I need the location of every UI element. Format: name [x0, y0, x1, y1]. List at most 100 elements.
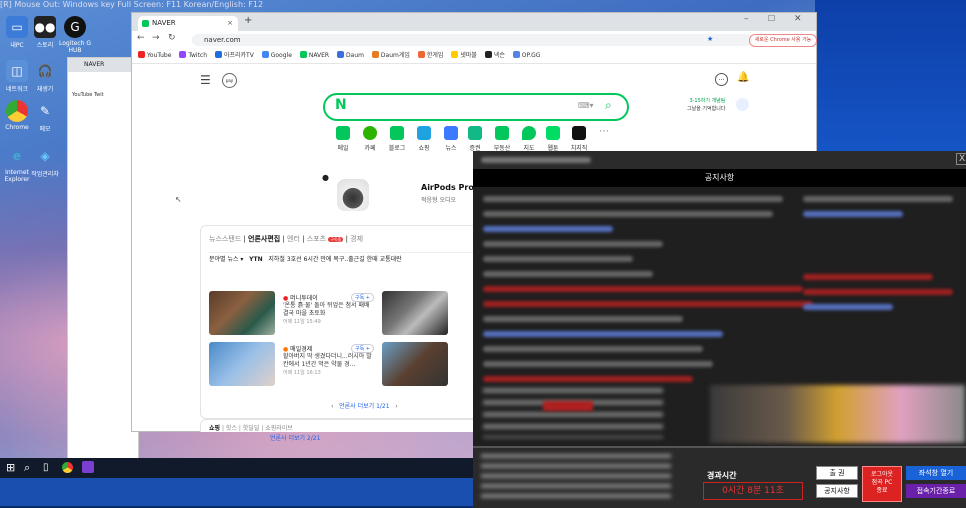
- tab-economy[interactable]: 경제: [350, 235, 363, 243]
- bookmark-daumgame[interactable]: Daum게임: [371, 49, 410, 63]
- search-input[interactable]: N ⌨▾ ⌕: [323, 93, 629, 121]
- address-bar-row: ← → ↻ naver.com ★ 새로운 Chrome 사용 가능: [132, 31, 817, 49]
- subscribe-button-1[interactable]: 구독 +: [351, 293, 374, 302]
- blurred-red-block: [543, 401, 593, 411]
- url-input[interactable]: naver.com: [192, 34, 752, 46]
- news-thumb-1[interactable]: [209, 291, 275, 335]
- task-view-icon[interactable]: ▯: [43, 462, 49, 473]
- minimize-icon[interactable]: –: [744, 14, 749, 24]
- close-notice-icon[interactable]: X: [956, 153, 966, 165]
- service-mail[interactable]: 메일: [332, 126, 354, 152]
- desktop-icon-story[interactable]: ●● 스토리: [28, 16, 62, 49]
- notice-window[interactable]: X 공지사항 경과시간 0시간 8분 11초 출 권 공지사항 로그아웃 점곡 …: [473, 151, 966, 508]
- maximize-icon[interactable]: ☐: [768, 14, 775, 23]
- bell-icon[interactable]: 🔔: [737, 72, 749, 83]
- shopping-panel: 쇼핑 | 핫스 | 핫딜딜 | 쇼핑라이브: [200, 419, 482, 432]
- close-window-icon[interactable]: ✕: [794, 14, 802, 24]
- service-news[interactable]: 뉴스: [440, 126, 462, 152]
- next-page-icon[interactable]: ›: [395, 403, 397, 410]
- challenge-banner[interactable]: 3-15하기 개념팀 그날을 기억합니다: [687, 97, 725, 113]
- ad-subtitle: 적응형 오디오: [421, 197, 457, 204]
- search-taskbar-icon[interactable]: ⌕: [24, 461, 30, 475]
- more-services-icon[interactable]: ⋯: [599, 126, 609, 137]
- chrome-update-button[interactable]: 새로운 Chrome 사용 가능: [749, 34, 817, 47]
- tab-naver[interactable]: NAVER ×: [138, 16, 238, 31]
- service-chzzk[interactable]: 치지직: [568, 126, 590, 152]
- desktop-icon-memo[interactable]: ✎ 메모: [28, 100, 62, 133]
- bookmark-naver[interactable]: NAVER: [299, 49, 329, 63]
- back-tab[interactable]: NAVER: [68, 58, 138, 72]
- new-tab-icon[interactable]: +: [244, 15, 252, 26]
- pay-icon[interactable]: pay: [222, 73, 237, 88]
- expire-button[interactable]: 접속기간종료: [906, 484, 966, 498]
- news-tabs: 뉴스스탠드 | 언론사편집 | 엔터 | 스포츠 구독중 | 경제: [209, 235, 364, 243]
- chrome-taskbar-icon[interactable]: [62, 462, 73, 473]
- service-cafe[interactable]: 카페: [359, 126, 381, 152]
- bookmark-daum[interactable]: Daum: [337, 49, 364, 63]
- bookmark-nexon[interactable]: 넥슨: [484, 49, 505, 63]
- shopping-tabs: 쇼핑 | 핫스 | 핫딜딜 | 쇼핑라이브: [209, 425, 293, 432]
- blurred-pc-info: [481, 454, 671, 502]
- close-tab-icon[interactable]: ×: [227, 16, 233, 31]
- tab-newsstand[interactable]: 뉴스스탠드: [209, 235, 241, 243]
- people-icon: ●●: [34, 16, 56, 38]
- news-ticker[interactable]: 분야별 뉴스 ▾ YTN 지하철 3호선 6시간 만에 복구..출근길 한때 교…: [209, 252, 473, 265]
- airpods-image[interactable]: [337, 179, 369, 211]
- desktop-icon-logitech[interactable]: G Logitech G HUB: [58, 16, 92, 54]
- search-icon[interactable]: ⌕: [605, 98, 612, 113]
- bookmark-twitch[interactable]: Twitch: [179, 49, 207, 63]
- bookmark-google[interactable]: Google: [261, 49, 292, 63]
- logout-button[interactable]: 로그아웃 점곡 PC 종료: [862, 466, 902, 502]
- app-taskbar-icon[interactable]: [82, 461, 94, 473]
- keyboard-icon[interactable]: ⌨▾: [578, 101, 594, 110]
- prev-page-icon[interactable]: ‹: [331, 403, 333, 410]
- open-seat-button[interactable]: 좌석창 열기: [906, 466, 966, 480]
- news-thumb-2[interactable]: [382, 291, 448, 335]
- tab-entertain[interactable]: 엔터: [287, 235, 300, 243]
- apple-icon: ●: [322, 173, 329, 182]
- news-thumb-4[interactable]: [382, 342, 448, 386]
- tab-sports[interactable]: 스포츠: [307, 235, 326, 243]
- naver-favicon-icon: [142, 20, 149, 27]
- tab-shopping[interactable]: 쇼핑: [209, 425, 220, 432]
- tab-shopping-live[interactable]: 쇼핑라이브: [265, 425, 293, 432]
- bookmark-opgg[interactable]: OP.GG: [512, 49, 540, 63]
- chat-icon[interactable]: …: [715, 73, 728, 86]
- network-icon: ◫: [6, 60, 28, 82]
- reload-icon[interactable]: ↻: [168, 33, 176, 43]
- tab-press-edit[interactable]: 언론사편집: [248, 235, 280, 243]
- windows-start-icon[interactable]: ⊞: [6, 461, 15, 474]
- bookmark-netmarble[interactable]: 넷마블: [451, 49, 477, 63]
- service-shopping[interactable]: 쇼핑: [413, 126, 435, 152]
- headphones-icon: 🎧: [37, 64, 53, 78]
- notice-content-blurred-right: [803, 193, 958, 319]
- naver-logo: N: [335, 97, 347, 113]
- tab-hots[interactable]: 핫스: [226, 425, 237, 432]
- blurred-banner-image[interactable]: [710, 385, 965, 443]
- back-icon[interactable]: ←: [137, 33, 145, 43]
- internet-explorer-icon: e: [12, 149, 22, 163]
- service-blog[interactable]: 블로그: [386, 126, 408, 152]
- menu-icon[interactable]: ☰: [200, 73, 211, 87]
- bookmark-hangame[interactable]: 한게임: [417, 49, 443, 63]
- forward-icon[interactable]: →: [152, 33, 160, 43]
- service-stock[interactable]: 증권: [464, 126, 486, 152]
- service-webtoon[interactable]: 웹툰: [542, 126, 564, 152]
- background-browser-window[interactable]: NAVER YouTube Twit: [67, 57, 139, 459]
- service-realestate[interactable]: 부동산: [491, 126, 513, 152]
- taskbar: ⊞ ⌕ ▯: [0, 458, 473, 478]
- bookmark-star-icon[interactable]: ★: [707, 35, 713, 43]
- desktop-icon-player[interactable]: 🎧 재생기: [28, 60, 62, 93]
- news-thumb-3[interactable]: [209, 342, 275, 386]
- service-map[interactable]: 지도: [518, 126, 540, 152]
- subscribe-button-2[interactable]: 구독 +: [351, 344, 374, 353]
- ad-title[interactable]: AirPods Pro: [421, 183, 474, 192]
- bookmark-youtube[interactable]: YouTube: [138, 49, 171, 63]
- news-pager-2[interactable]: 언론사 더보기 2/21: [270, 433, 320, 442]
- desktop-icon-taskmgr[interactable]: ◈ 작업관리자: [28, 145, 62, 178]
- notice-button[interactable]: 공지사항: [816, 484, 858, 498]
- tab-hotdeal[interactable]: 핫딜딜: [243, 425, 260, 432]
- notice-header: X: [473, 151, 966, 169]
- bookmark-afreeca[interactable]: 아프리카TV: [214, 49, 254, 63]
- checkin-button[interactable]: 출 권: [816, 466, 858, 480]
